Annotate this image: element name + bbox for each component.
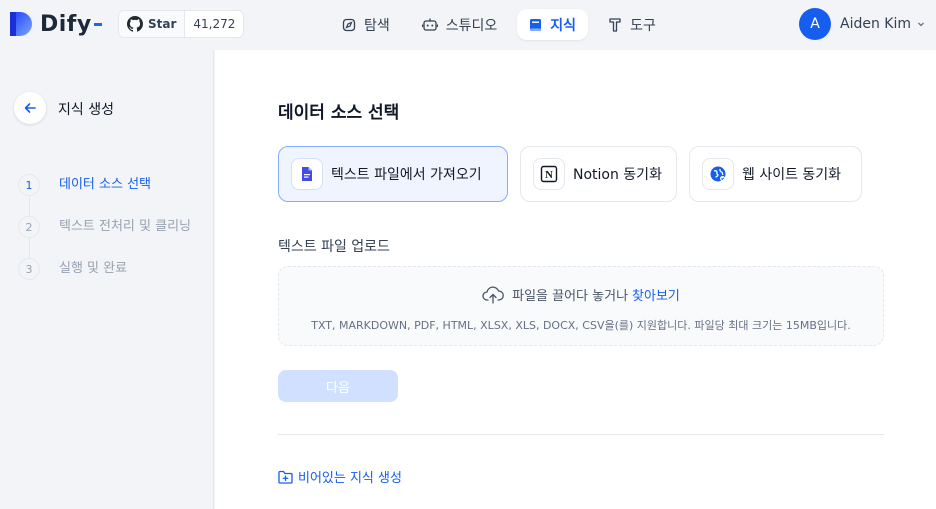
nav-explore-label: 탐색: [364, 17, 390, 34]
svg-text:N: N: [545, 169, 553, 181]
nav-explore[interactable]: 탐색: [330, 9, 402, 40]
github-star-label: Star: [148, 17, 177, 31]
step-number: 1: [18, 174, 40, 196]
file-text-icon: [291, 158, 323, 190]
dropzone-prompt: 파일을 끌어다 놓거나 찾아보기: [279, 285, 883, 304]
dify-logo[interactable]: Dify: [8, 10, 102, 38]
notion-icon: N: [533, 158, 565, 190]
step-item-2: 2 텍스트 전처리 및 클리닝: [18, 216, 194, 258]
source-option-label: Notion 동기화: [573, 167, 662, 183]
hammer-icon: [608, 17, 622, 32]
step-label: 텍스트 전처리 및 클리닝: [59, 219, 191, 234]
create-empty-knowledge-link[interactable]: 비어있는 지식 생성: [278, 467, 402, 486]
next-button[interactable]: 다음: [278, 370, 398, 402]
step-item-3: 3 실행 및 완료: [18, 258, 194, 280]
step-number: 2: [18, 216, 40, 238]
step-label: 데이터 소스 선택: [59, 177, 151, 192]
robot-icon: [421, 18, 438, 32]
logo-cursor: [93, 22, 102, 26]
nav-studio-label: 스튜디오: [445, 17, 498, 34]
main-panel: 데이터 소스 선택 텍스트 파일에서 가져오기 N Notion 동기화 웹 사…: [215, 50, 936, 509]
top-header: Dify Star 41,272 탐색 스튜디오 지식 도구 A Aiden K…: [0, 0, 936, 50]
user-menu[interactable]: A Aiden Kim: [799, 8, 926, 40]
cloud-upload-icon: [482, 286, 504, 304]
step-connector: [29, 196, 30, 216]
nav-knowledge-label: 지식: [550, 17, 577, 34]
step-item-1: 1 데이터 소스 선택: [18, 174, 194, 196]
folder-plus-icon: [278, 470, 293, 484]
sidebar-title: 지식 생성: [58, 102, 114, 118]
file-dropzone[interactable]: 파일을 끌어다 놓거나 찾아보기 TXT, MARKDOWN, PDF, HTM…: [278, 266, 884, 346]
main-nav: 탐색 스튜디오 지식 도구: [330, 9, 668, 40]
user-name: Aiden Kim: [840, 16, 911, 32]
nav-tools-label: 도구: [630, 17, 656, 34]
compass-icon: [342, 18, 356, 32]
dify-logo-icon: [10, 12, 32, 36]
nav-knowledge[interactable]: 지식: [517, 9, 589, 40]
source-option-label: 웹 사이트 동기화: [742, 167, 842, 183]
dropzone-text: 파일을 끌어다 놓거나: [512, 289, 629, 304]
source-option-website[interactable]: 웹 사이트 동기화: [689, 146, 862, 202]
arrow-left-icon: [24, 103, 36, 113]
github-star-button[interactable]: Star 41,272: [118, 10, 245, 38]
chevron-down-icon: [918, 22, 924, 27]
divider: [278, 434, 884, 435]
step-list: 1 데이터 소스 선택 2 텍스트 전처리 및 클리닝 3 실행 및 완료: [18, 174, 194, 280]
source-option-notion[interactable]: N Notion 동기화: [520, 146, 677, 202]
github-star-count: 41,272: [193, 17, 236, 31]
dropzone-hint: TXT, MARKDOWN, PDF, HTML, XLSX, XLS, DOC…: [311, 319, 851, 332]
book-icon: [529, 18, 542, 32]
back-button[interactable]: [14, 92, 46, 124]
source-option-label: 텍스트 파일에서 가져오기: [331, 167, 482, 183]
nav-tools[interactable]: 도구: [596, 9, 668, 40]
create-empty-knowledge-label: 비어있는 지식 생성: [298, 471, 402, 486]
source-option-file[interactable]: 텍스트 파일에서 가져오기: [278, 146, 508, 202]
app-name: Dify: [40, 11, 92, 37]
github-icon: [127, 16, 143, 32]
step-label: 실행 및 완료: [59, 261, 128, 276]
page-title: 데이터 소스 선택: [278, 103, 400, 123]
sidebar: 지식 생성 1 데이터 소스 선택 2 텍스트 전처리 및 클리닝 3 실행 및…: [0, 50, 214, 509]
browse-link[interactable]: 찾아보기: [632, 285, 680, 304]
nav-studio[interactable]: 스튜디오: [410, 9, 510, 40]
step-number: 3: [18, 258, 40, 280]
avatar: A: [799, 8, 831, 40]
globe-icon: [702, 158, 734, 190]
upload-section-label: 텍스트 파일 업로드: [278, 239, 390, 255]
github-star-label-box[interactable]: Star: [119, 11, 186, 37]
